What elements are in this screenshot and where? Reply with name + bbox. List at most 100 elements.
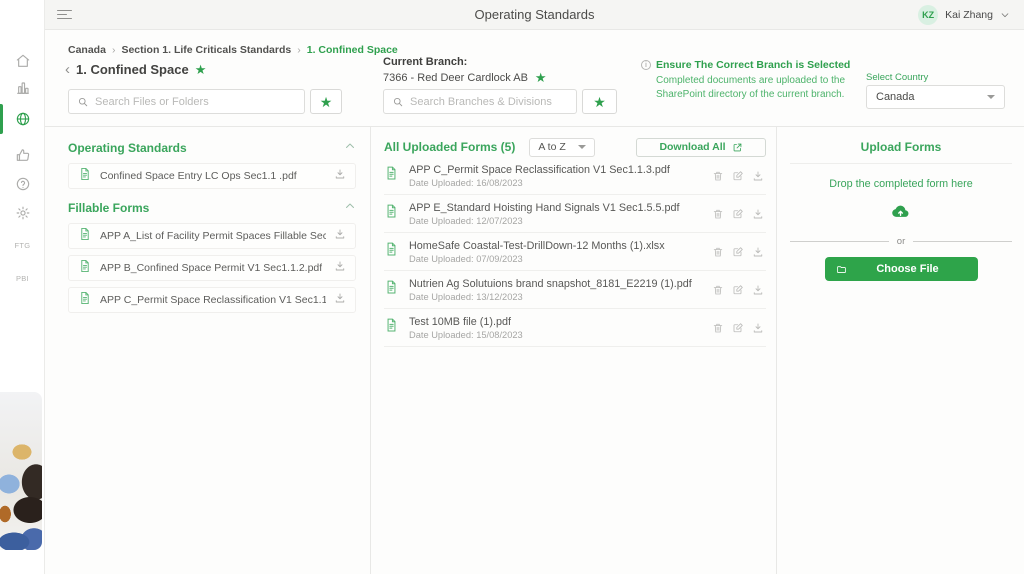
file-name: Confined Space Entry LC Ops Sec1.1 .pdf [100,170,297,182]
choose-file-button[interactable]: Choose File [825,257,978,281]
branches-search [383,89,577,114]
current-branch-value: 7366 - Red Deer Cardlock AB ★ [383,72,547,84]
file-name: Nutrien Ag Solutuions brand snapshot_818… [409,278,692,290]
user-name: Kai Zhang [945,9,993,21]
trash-icon[interactable] [712,170,724,182]
download-icon[interactable] [334,259,346,277]
edit-icon[interactable] [732,170,744,182]
download-icon[interactable] [334,167,346,185]
dropzone[interactable] [778,202,1024,220]
branch-favorite-star-icon[interactable]: ★ [535,72,547,84]
sidebar-item-ftg[interactable]: FTG [0,241,45,250]
divider [913,241,1012,242]
list-item[interactable]: APP B_Confined Space Permit V1 Sec1.1.2.… [68,255,356,281]
table-row[interactable]: APP C_Permit Space Reclassification V1 S… [384,157,766,195]
sidebar-item-pbi[interactable]: PBI [0,274,45,283]
download-icon[interactable] [334,227,346,245]
edit-icon[interactable] [732,246,744,258]
files-search [68,89,305,114]
user-menu[interactable]: KZ Kai Zhang [918,0,1010,30]
table-row[interactable]: APP E_Standard Hoisting Hand Signals V1 … [384,195,766,233]
chevron-up-icon[interactable] [344,199,356,217]
trash-icon[interactable] [712,246,724,258]
breadcrumb-item-confined-space[interactable]: 1. Confined Space [307,44,398,56]
favorites-filter-button[interactable]: ★ [310,89,342,114]
table-row[interactable]: Nutrien Ag Solutuions brand snapshot_818… [384,271,766,309]
file-info: Nutrien Ag Solutuions brand snapshot_818… [409,278,692,302]
home-icon[interactable] [0,53,45,69]
breadcrumb-item-canada[interactable]: Canada [68,44,106,56]
trash-icon[interactable] [712,208,724,220]
list-item[interactable]: APP C_Permit Space Reclassification V1 S… [68,287,356,313]
section-fillable-forms-header[interactable]: Fillable Forms [68,197,356,219]
download-icon[interactable] [752,170,764,182]
topbar: Operating Standards KZ Kai Zhang [45,0,1024,30]
sort-select[interactable]: A to Z [529,138,595,157]
sort-select-value: A to Z [538,141,565,153]
choose-file-label: Choose File [848,263,968,275]
download-icon[interactable] [334,291,346,309]
row-actions [712,246,764,258]
document-icon [78,258,92,279]
file-info: HomeSafe Coastal-Test-DrillDown-12 Month… [409,240,665,264]
download-icon[interactable] [752,322,764,334]
edit-icon[interactable] [732,284,744,296]
or-label: or [897,236,905,247]
uploaded-forms-title: All Uploaded Forms (5) [384,140,515,154]
app-window: FTG PBI Operating Standards KZ Kai Zhang… [0,0,1024,574]
breadcrumb-separator: › [297,44,301,56]
file-date: Date Uploaded: 16/08/2023 [409,178,670,188]
file-name: APP E_Standard Hoisting Hand Signals V1 … [409,202,680,214]
table-row[interactable]: Test 10MB file (1).pdf Date Uploaded: 15… [384,309,766,347]
document-icon [384,164,399,187]
document-icon [78,226,92,247]
branch-warning-title-row: i Ensure The Correct Branch is Selected [641,59,856,71]
page-header: Canada › Section 1. Life Criticals Stand… [45,31,1024,126]
help-icon[interactable] [0,176,45,192]
breadcrumb-item-section1[interactable]: Section 1. Life Criticals Standards [121,44,291,56]
trash-icon[interactable] [712,322,724,334]
row-actions [712,322,764,334]
file-date: Date Uploaded: 13/12/2023 [409,292,692,302]
country-select-value: Canada [876,91,915,103]
search-files-input[interactable] [95,96,296,108]
file-info: APP E_Standard Hoisting Hand Signals V1 … [409,202,680,226]
thumbs-up-icon[interactable] [0,147,45,163]
cloud-upload-icon [889,202,913,220]
external-link-icon [732,142,743,153]
table-row[interactable]: HomeSafe Coastal-Test-DrillDown-12 Month… [384,233,766,271]
breadcrumb-separator: › [112,44,116,56]
list-item[interactable]: APP A_List of Facility Permit Spaces Fil… [68,223,356,249]
search-icon [77,96,89,108]
download-all-label: Download All [659,141,725,153]
trash-icon[interactable] [712,284,724,296]
section-title: Operating Standards [68,141,187,155]
back-chevron-icon[interactable]: ‹ [65,63,70,77]
chevron-up-icon[interactable] [344,139,356,157]
settings-gear-icon[interactable] [0,205,45,221]
file-date: Date Uploaded: 12/07/2023 [409,216,680,226]
download-icon[interactable] [752,284,764,296]
star-icon: ★ [320,96,333,108]
star-icon: ★ [593,96,606,108]
list-item[interactable]: Confined Space Entry LC Ops Sec1.1 .pdf [68,163,356,189]
download-all-button[interactable]: Download All [636,138,766,157]
branch-favorites-button[interactable]: ★ [582,89,617,114]
bar-chart-icon[interactable] [0,80,45,96]
info-icon: i [641,60,651,70]
download-icon[interactable] [752,208,764,220]
favorite-star-icon[interactable]: ★ [195,64,207,76]
edit-icon[interactable] [732,322,744,334]
document-icon [384,202,399,225]
search-branches-input[interactable] [410,96,568,108]
globe-icon[interactable] [0,111,45,127]
document-icon [384,278,399,301]
section-operating-standards-header[interactable]: Operating Standards [68,137,356,159]
country-select[interactable]: Canada [866,85,1005,109]
edit-icon[interactable] [732,208,744,220]
corner-photo [0,392,42,550]
file-date: Date Uploaded: 15/08/2023 [409,330,523,340]
section-title: Fillable Forms [68,201,149,215]
download-icon[interactable] [752,246,764,258]
app-title: Operating Standards [45,7,1024,22]
